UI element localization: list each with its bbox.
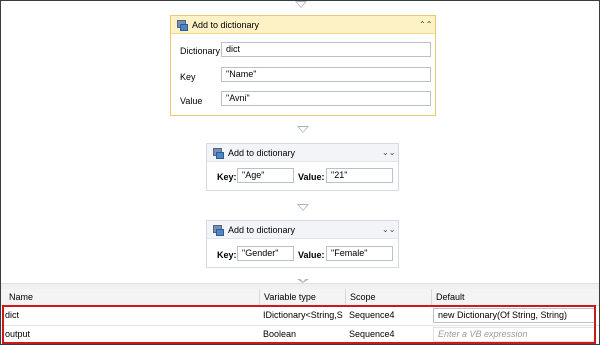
variable-type-cell[interactable]: IDictionary<String,S — [259, 306, 345, 325]
connector-arrow-icon — [295, 1, 307, 8]
column-header-scope[interactable]: Scope — [345, 289, 431, 305]
chevron-down-double-icon[interactable]: ⌄⌄ — [382, 225, 395, 234]
value-input[interactable]: "Avni" — [221, 91, 431, 106]
key-input[interactable]: "Name" — [221, 67, 431, 82]
value-label: Value: — [298, 172, 325, 182]
chevron-down-double-icon[interactable]: ⌄⌄ — [382, 148, 395, 157]
dictionary-label: Dictionary — [180, 46, 221, 56]
column-header-default[interactable]: Default — [431, 289, 599, 305]
activity-header[interactable]: Add to dictionary ⌄⌄ — [207, 144, 398, 162]
activity-header[interactable]: Add to dictionary ⌃⌃ — [171, 16, 435, 34]
variables-header-row: Name Variable type Scope Default — [1, 289, 599, 306]
key-label: Key: — [217, 172, 237, 182]
dictionary-activity-icon — [177, 19, 188, 31]
value-input[interactable]: "Female" — [326, 246, 393, 261]
column-header-variable-type[interactable]: Variable type — [259, 289, 345, 305]
key-input[interactable]: "Gender" — [237, 246, 294, 261]
column-header-name[interactable]: Name — [1, 289, 259, 305]
workflow-designer-frame: Add to dictionary ⌃⌃ Dictionary dict Key… — [0, 0, 600, 345]
key-label: Key: — [217, 250, 237, 260]
variable-default-input[interactable]: new Dictionary(Of String, String) — [433, 308, 595, 323]
value-label: Value: — [298, 250, 325, 260]
activity-title: Add to dictionary — [228, 147, 296, 158]
value-label: Value — [180, 96, 203, 106]
variable-name-cell[interactable]: dict — [1, 306, 259, 325]
activity-add-to-dictionary-3[interactable]: Add to dictionary ⌄⌄ Key: "Gender" Value… — [206, 220, 399, 268]
dictionary-activity-icon — [213, 224, 224, 236]
activity-title: Add to dictionary — [228, 224, 296, 235]
variable-scope-cell[interactable]: Sequence4 — [345, 306, 431, 325]
activity-add-to-dictionary-1[interactable]: Add to dictionary ⌃⌃ Dictionary dict Key… — [170, 15, 436, 116]
variable-default-input[interactable]: Enter a VB expression — [433, 327, 595, 342]
variable-scope-cell[interactable]: Sequence4 — [345, 325, 431, 344]
key-label: Key — [180, 72, 196, 82]
connector-arrow-icon — [297, 204, 309, 211]
activity-header[interactable]: Add to dictionary ⌄⌄ — [207, 221, 398, 239]
variable-name-cell[interactable]: output — [1, 325, 259, 344]
chevron-up-double-icon[interactable]: ⌃⌃ — [419, 20, 432, 29]
dictionary-input[interactable]: dict — [221, 42, 431, 57]
table-row[interactable]: output Boolean Sequence4 Enter a VB expr… — [1, 325, 599, 344]
connector-arrow-icon — [297, 126, 309, 133]
dictionary-activity-icon — [213, 147, 224, 159]
activity-title: Add to dictionary — [192, 19, 260, 30]
value-input[interactable]: "21" — [326, 168, 393, 183]
key-input[interactable]: "Age" — [237, 168, 294, 183]
variable-type-cell[interactable]: Boolean — [259, 325, 345, 344]
activity-add-to-dictionary-2[interactable]: Add to dictionary ⌄⌄ Key: "Age" Value: "… — [206, 143, 399, 191]
variables-panel: Name Variable type Scope Default dict ID… — [1, 289, 599, 344]
table-row[interactable]: dict IDictionary<String,S Sequence4 new … — [1, 306, 599, 326]
designer-canvas: Add to dictionary ⌃⌃ Dictionary dict Key… — [1, 1, 599, 283]
